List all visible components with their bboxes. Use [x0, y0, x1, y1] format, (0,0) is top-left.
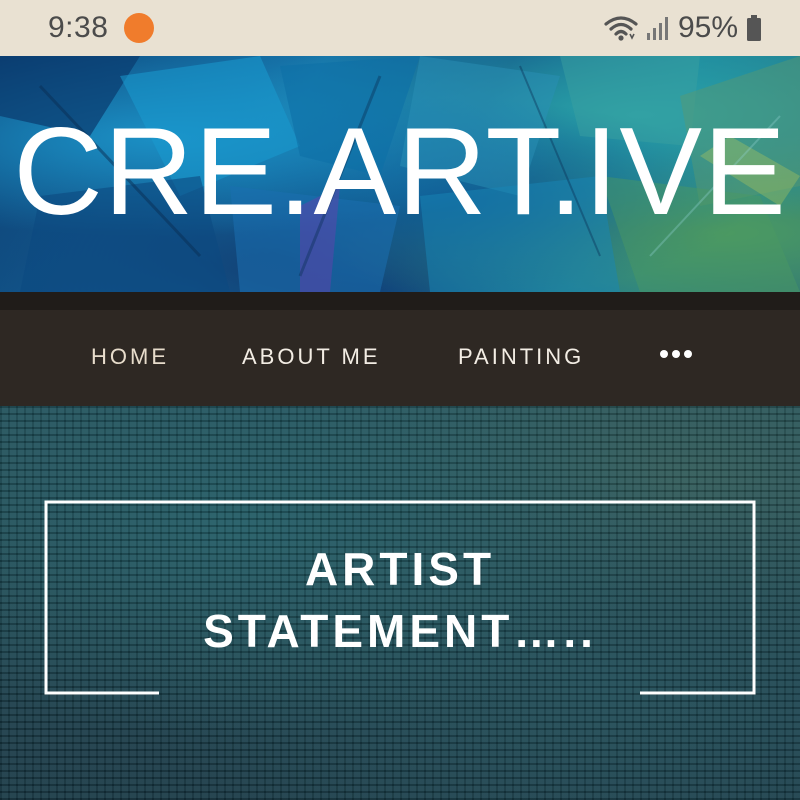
status-right: 95% [604, 11, 762, 45]
statement-line-2: STATEMENT….. [203, 605, 597, 658]
main-navigation: HOME ABOUT ME PAINTING [0, 292, 800, 406]
nav-item-home[interactable]: HOME [91, 344, 169, 370]
artist-statement-heading: ARTIST STATEMENT….. [44, 538, 756, 662]
site-header-banner: CRE.ART.IVE [0, 56, 800, 292]
nav-item-painting[interactable]: PAINTING [458, 344, 584, 370]
status-time: 9:38 [48, 11, 109, 44]
signal-icon [646, 15, 670, 41]
dot [672, 350, 680, 358]
battery-icon [746, 14, 762, 42]
dot [684, 350, 692, 358]
site-title[interactable]: CRE.ART.IVE [0, 110, 800, 234]
artist-statement-box: ARTIST STATEMENT….. [44, 500, 756, 696]
wifi-icon [604, 14, 638, 42]
notification-dot-icon [124, 13, 155, 43]
more-dots-icon[interactable] [660, 350, 692, 358]
statement-line-1: ARTIST [304, 543, 496, 595]
nav-item-about-me[interactable]: ABOUT ME [242, 344, 381, 370]
status-bar: 9:38 95% [0, 0, 800, 56]
dot [660, 350, 668, 358]
status-left: 9:38 [48, 11, 155, 45]
battery-percent: 95% [677, 11, 738, 44]
page-content: ARTIST STATEMENT….. [0, 406, 800, 800]
